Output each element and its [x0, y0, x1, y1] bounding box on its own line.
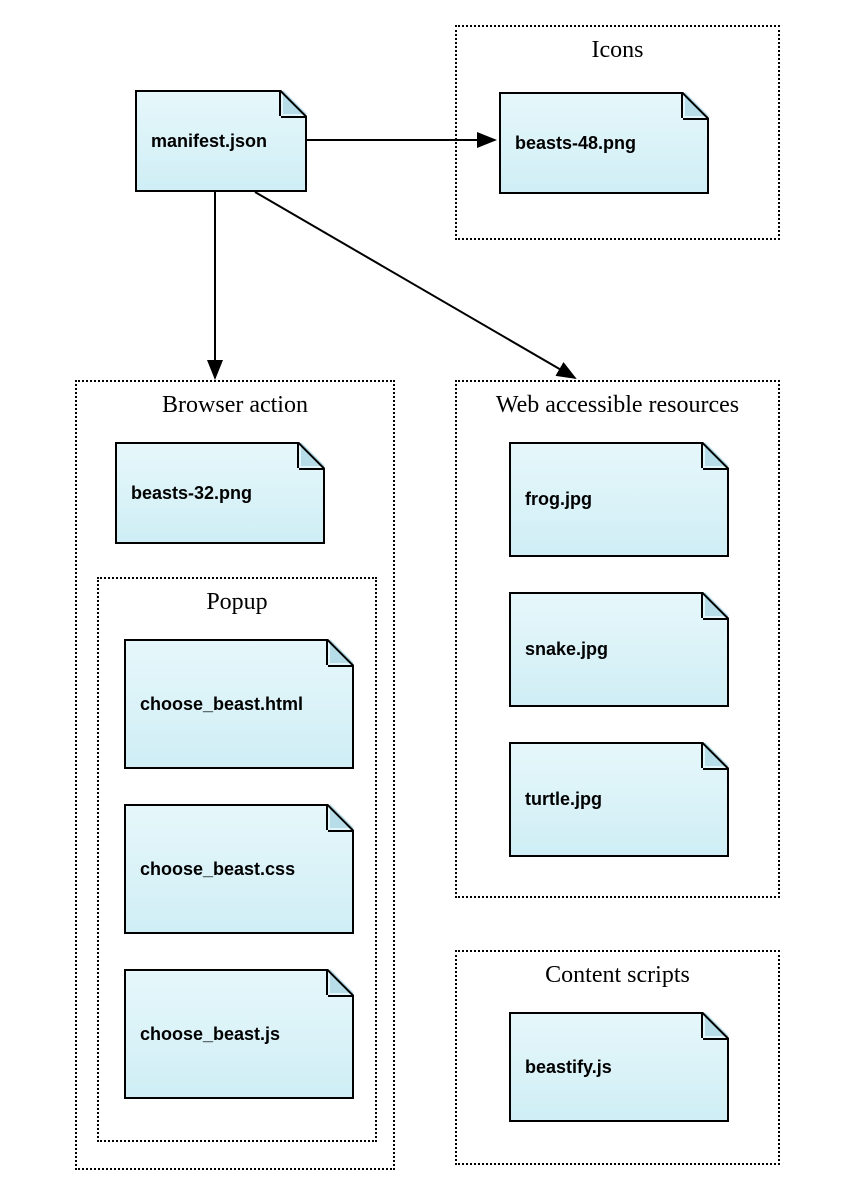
group-title: Browser action	[77, 392, 393, 419]
file-manifest-json: manifest.json	[135, 90, 307, 192]
group-popup: Popup choose_beast.html choose_beast.css…	[97, 577, 377, 1142]
file-fold-icon	[328, 969, 354, 995]
group-content-scripts: Content scripts beastify.js	[455, 950, 780, 1165]
file-label: turtle.jpg	[511, 789, 602, 810]
file-beasts-32-png: beasts-32.png	[115, 442, 325, 544]
file-label: choose_beast.css	[126, 859, 295, 880]
group-browser-action: Browser action beasts-32.png Popup choos…	[75, 380, 395, 1170]
file-fold-icon	[328, 639, 354, 665]
file-frog-jpg: frog.jpg	[509, 442, 729, 557]
group-title: Web accessible resources	[457, 392, 778, 419]
file-fold-icon	[683, 92, 709, 118]
file-label: beastify.js	[511, 1057, 612, 1078]
file-beastify-js: beastify.js	[509, 1012, 729, 1122]
file-label: beasts-32.png	[117, 483, 252, 504]
file-fold-icon	[703, 1012, 729, 1038]
group-title: Icons	[457, 37, 778, 64]
file-label: beasts-48.png	[501, 133, 636, 154]
file-fold-icon	[703, 592, 729, 618]
group-title: Popup	[99, 589, 375, 616]
file-fold-icon	[281, 90, 307, 116]
group-web-accessible-resources: Web accessible resources frog.jpg snake.…	[455, 380, 780, 898]
diagram-canvas: manifest.json Icons beasts-48.png Browse…	[0, 0, 860, 1200]
file-choose-beast-html: choose_beast.html	[124, 639, 354, 769]
file-fold-icon	[328, 804, 354, 830]
group-title: Content scripts	[457, 962, 778, 989]
file-label: choose_beast.html	[126, 694, 303, 715]
file-choose-beast-js: choose_beast.js	[124, 969, 354, 1099]
file-label: choose_beast.js	[126, 1024, 280, 1045]
file-fold-icon	[703, 742, 729, 768]
file-label: manifest.json	[137, 131, 267, 152]
file-snake-jpg: snake.jpg	[509, 592, 729, 707]
file-choose-beast-css: choose_beast.css	[124, 804, 354, 934]
file-label: frog.jpg	[511, 489, 592, 510]
file-fold-icon	[299, 442, 325, 468]
file-fold-icon	[703, 442, 729, 468]
file-beasts-48-png: beasts-48.png	[499, 92, 709, 194]
group-icons: Icons beasts-48.png	[455, 25, 780, 240]
file-label: snake.jpg	[511, 639, 608, 660]
file-turtle-jpg: turtle.jpg	[509, 742, 729, 857]
